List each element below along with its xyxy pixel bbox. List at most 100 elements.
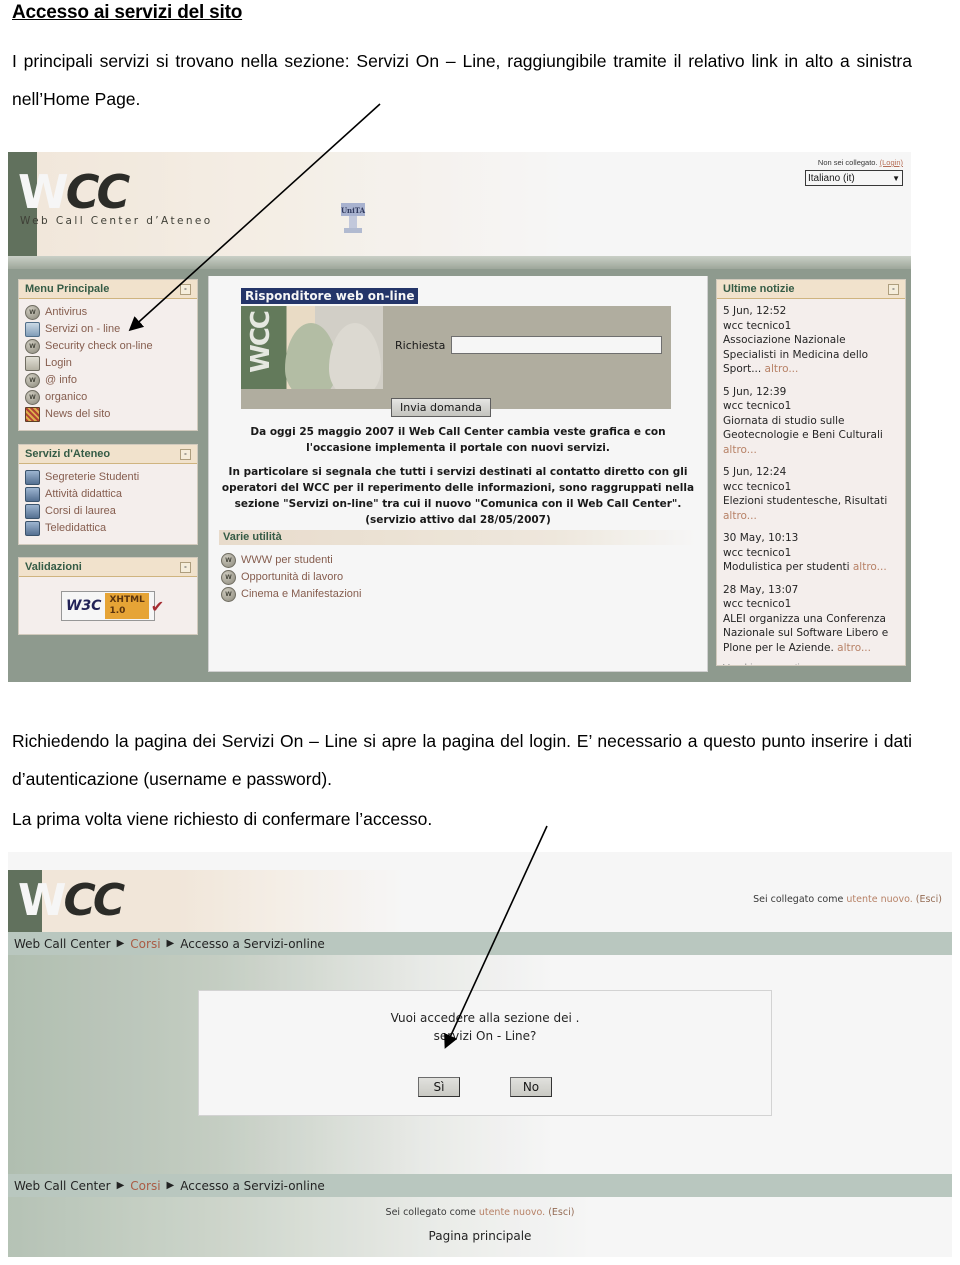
site-header-2: Sei collegato come utente nuovo. (Esci) [8,870,952,932]
news-author: wcc tecnico1 [723,400,792,412]
w3c-badge-right: XHTML 1.0 [105,593,149,619]
breadcrumb-corsi[interactable]: Corsi [130,937,160,951]
wcc-logo-2: WCC [18,878,125,924]
menu-item-security-check[interactable]: w Security check on-line [25,338,191,355]
block-servizi-ateneo-body: Segreterie Studenti Attività didattica C… [19,464,197,544]
menu-item-label: Security check on-line [45,340,153,352]
page-icon [25,356,40,371]
breadcrumb-root[interactable]: Web Call Center [14,1179,111,1193]
richiesta-input[interactable] [451,336,662,354]
confirm-question-line2: servizi On - Line? [433,1029,537,1043]
w3c-badge-left: W3C [62,598,106,614]
menu-item-organico[interactable]: w organico [25,389,191,406]
block-menu-principale: Menu Principale - w Antivirus Servizi on … [18,279,198,431]
user-name: utente nuovo. [846,894,913,905]
language-select-value: Italiano (it) [808,172,855,184]
block-servizi-ateneo-title: Servizi d'Ateneo [25,448,111,460]
responder-fields: Richiesta [383,306,671,409]
news-item: 5 Jun, 12:39 wcc tecnico1 Giornata di st… [723,385,899,458]
breadcrumb-separator-icon: ▶ [116,938,125,949]
news-date: 28 May, 13:07 [723,583,799,596]
servizi-item-attivita[interactable]: Attività didattica [25,486,191,503]
yes-button[interactable]: Sì [418,1077,460,1097]
logo-subtitle: Web Call Center d’Ateneo [20,215,213,227]
news-more-link[interactable]: altro... [837,642,871,654]
confirm-dialog-buttons: Sì No [199,1077,771,1097]
varie-item-cinema[interactable]: w Cinema e Manifestazioni [221,586,361,603]
w3c-xhtml-badge[interactable]: W3C XHTML 1.0 ✔ [61,591,164,621]
page-footer: Sei collegato come utente nuovo. (Esci) … [8,1197,952,1257]
news-more-link[interactable]: altro... [853,561,887,573]
users-icon [25,504,40,519]
users-icon [25,470,40,485]
menu-item-info[interactable]: w @ info [25,372,191,389]
servizi-item-teledidattica[interactable]: Teledidattica [25,520,191,537]
minimize-icon[interactable]: - [888,283,899,295]
footer-main-page-link[interactable]: Pagina principale [8,1229,952,1243]
user-status-prefix: Sei collegato come [753,894,844,905]
news-author: wcc tecnico1 [723,319,792,332]
globe-icon: w [25,339,40,354]
no-button[interactable]: No [510,1077,552,1097]
menu-item-news-del-sito[interactable]: News del sito [25,406,191,423]
breadcrumb-root[interactable]: Web Call Center [14,937,111,951]
footer-user-status: Sei collegato come utente nuovo. (Esci) [8,1207,952,1218]
richiesta-label: Richiesta [395,339,446,352]
servizi-item-corsi[interactable]: Corsi di laurea [25,503,191,520]
login-link[interactable]: (Login) [880,158,903,167]
logout-link[interactable]: (Esci) [916,894,942,905]
block-ultime-notizie-body: 5 Jun, 12:52 wcc tecnico1 Associazione N… [717,299,905,665]
menu-item-login[interactable]: Login [25,355,191,372]
intro-paragraph: I principali servizi si trovano nella se… [12,51,912,109]
banner-logo-text: WCC [246,312,276,373]
globe-icon: w [25,390,40,405]
user-status-line: Sei collegato come utente nuovo. (Esci) [753,894,942,905]
confirm-dialog: Vuoi accedere alla sezione dei . servizi… [198,990,772,1116]
varie-item-www-studenti[interactable]: w WWW per studenti [221,552,361,569]
varie-utilita-list: w WWW per studenti w Opportunità di lavoro… [221,552,361,603]
news-more-link[interactable]: altro... [723,444,757,456]
wcc-logo: WCC [18,169,130,215]
globe-icon: w [25,373,40,388]
minimize-icon[interactable]: - [180,283,191,295]
servizi-item-segreterie[interactable]: Segreterie Studenti [25,469,191,486]
globe-icon: w [25,305,40,320]
breadcrumb-separator-icon: ▶ [166,1180,175,1191]
menu-item-label: Servizi on - line [45,323,121,335]
face-silhouette-icon [329,323,381,389]
news-author: wcc tecnico1 [723,546,792,559]
university-crest-icon: UniTA [341,203,366,233]
site-header: WCC Web Call Center d’Ateneo UniTA Non s… [8,152,911,256]
news-more-link[interactable]: altro... [723,510,757,522]
login-status-text: Non sei collegato. [817,158,878,167]
breadcrumb-top: Web Call Center ▶ Corsi ▶ Accesso a Serv… [8,932,952,955]
minimize-icon[interactable]: - [180,448,191,460]
w3c-badge-line2: 1.0 [109,606,126,616]
news-more-link[interactable]: altro... [765,363,799,375]
footer-logout-link[interactable]: (Esci) [548,1207,574,1218]
servizi-item-label: Attività didattica [45,488,123,500]
logo-letter-w: W [18,165,69,219]
varie-item-opportunita[interactable]: w Opportunità di lavoro [221,569,361,586]
vecchi-argomenti-link[interactable]: Vecchi argomenti [723,663,899,665]
language-select[interactable]: Italiano (it) ▼ [805,170,903,186]
w3c-badge-line1: XHTML [109,595,145,605]
menu-item-label: News del sito [45,408,111,420]
menu-item-servizi-on-line[interactable]: Servizi on - line [25,321,191,338]
news-date: 5 Jun, 12:52 [723,305,787,317]
menu-item-antivirus[interactable]: w Antivirus [25,304,191,321]
confirm-question: Vuoi accedere alla sezione dei . servizi… [199,1009,771,1045]
responder-title: Risponditore web on-line [241,288,419,304]
block-validazioni-title: Validazioni [25,561,82,573]
breadcrumb-current: Accesso a Servizi-online [180,936,325,951]
breadcrumb-bottom: Web Call Center ▶ Corsi ▶ Accesso a Serv… [8,1174,952,1197]
breadcrumb-corsi[interactable]: Corsi [130,1179,160,1193]
logo-letters-cc: CC [65,165,131,219]
minimize-icon[interactable]: - [180,561,191,573]
servizi-item-label: Segreterie Studenti [45,471,140,483]
news-icon [25,407,40,422]
body-paragraph-3: La prima volta viene richiesto di confer… [12,809,433,829]
invia-domanda-button[interactable]: Invia domanda [391,398,491,417]
news-item: 30 May, 10:13 wcc tecnico1 Modulistica p… [723,531,899,575]
breadcrumb-separator-icon: ▶ [116,1180,125,1191]
